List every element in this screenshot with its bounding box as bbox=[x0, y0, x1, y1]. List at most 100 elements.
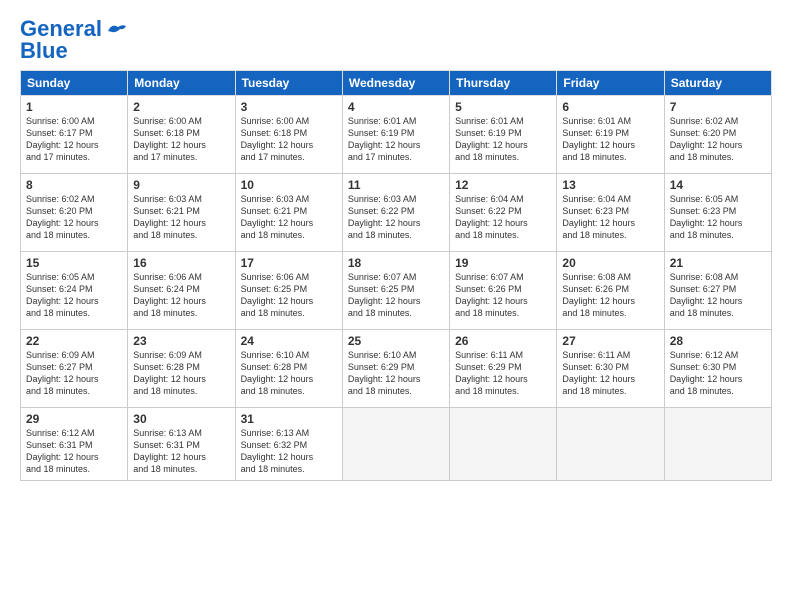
calendar-cell: 3Sunrise: 6:00 AM Sunset: 6:18 PM Daylig… bbox=[235, 96, 342, 174]
day-info: Sunrise: 6:12 AM Sunset: 6:30 PM Dayligh… bbox=[670, 349, 766, 398]
calendar-cell: 23Sunrise: 6:09 AM Sunset: 6:28 PM Dayli… bbox=[128, 330, 235, 408]
calendar-cell: 16Sunrise: 6:06 AM Sunset: 6:24 PM Dayli… bbox=[128, 252, 235, 330]
day-info: Sunrise: 6:11 AM Sunset: 6:30 PM Dayligh… bbox=[562, 349, 658, 398]
calendar-cell: 12Sunrise: 6:04 AM Sunset: 6:22 PM Dayli… bbox=[450, 174, 557, 252]
calendar-cell: 5Sunrise: 6:01 AM Sunset: 6:19 PM Daylig… bbox=[450, 96, 557, 174]
calendar-cell: 13Sunrise: 6:04 AM Sunset: 6:23 PM Dayli… bbox=[557, 174, 664, 252]
calendar-cell: 24Sunrise: 6:10 AM Sunset: 6:28 PM Dayli… bbox=[235, 330, 342, 408]
day-number: 18 bbox=[348, 256, 444, 270]
day-info: Sunrise: 6:10 AM Sunset: 6:29 PM Dayligh… bbox=[348, 349, 444, 398]
weekday-header: Wednesday bbox=[342, 71, 449, 96]
day-info: Sunrise: 6:06 AM Sunset: 6:24 PM Dayligh… bbox=[133, 271, 229, 320]
calendar-cell: 17Sunrise: 6:06 AM Sunset: 6:25 PM Dayli… bbox=[235, 252, 342, 330]
day-info: Sunrise: 6:13 AM Sunset: 6:32 PM Dayligh… bbox=[241, 427, 337, 476]
calendar-cell: 27Sunrise: 6:11 AM Sunset: 6:30 PM Dayli… bbox=[557, 330, 664, 408]
weekday-header: Tuesday bbox=[235, 71, 342, 96]
logo-part2: Blue bbox=[20, 38, 68, 63]
day-number: 29 bbox=[26, 412, 122, 426]
weekday-header: Saturday bbox=[664, 71, 771, 96]
logo-bird-icon bbox=[106, 23, 128, 39]
calendar-cell: 8Sunrise: 6:02 AM Sunset: 6:20 PM Daylig… bbox=[21, 174, 128, 252]
day-info: Sunrise: 6:00 AM Sunset: 6:18 PM Dayligh… bbox=[133, 115, 229, 164]
calendar-week-row: 15Sunrise: 6:05 AM Sunset: 6:24 PM Dayli… bbox=[21, 252, 772, 330]
day-info: Sunrise: 6:04 AM Sunset: 6:22 PM Dayligh… bbox=[455, 193, 551, 242]
day-info: Sunrise: 6:09 AM Sunset: 6:27 PM Dayligh… bbox=[26, 349, 122, 398]
calendar-cell: 15Sunrise: 6:05 AM Sunset: 6:24 PM Dayli… bbox=[21, 252, 128, 330]
day-info: Sunrise: 6:05 AM Sunset: 6:24 PM Dayligh… bbox=[26, 271, 122, 320]
calendar-cell: 21Sunrise: 6:08 AM Sunset: 6:27 PM Dayli… bbox=[664, 252, 771, 330]
calendar-cell: 14Sunrise: 6:05 AM Sunset: 6:23 PM Dayli… bbox=[664, 174, 771, 252]
day-info: Sunrise: 6:01 AM Sunset: 6:19 PM Dayligh… bbox=[455, 115, 551, 164]
day-number: 17 bbox=[241, 256, 337, 270]
calendar-cell: 19Sunrise: 6:07 AM Sunset: 6:26 PM Dayli… bbox=[450, 252, 557, 330]
day-info: Sunrise: 6:12 AM Sunset: 6:31 PM Dayligh… bbox=[26, 427, 122, 476]
calendar-cell: 26Sunrise: 6:11 AM Sunset: 6:29 PM Dayli… bbox=[450, 330, 557, 408]
day-info: Sunrise: 6:13 AM Sunset: 6:31 PM Dayligh… bbox=[133, 427, 229, 476]
day-number: 14 bbox=[670, 178, 766, 192]
day-number: 11 bbox=[348, 178, 444, 192]
day-info: Sunrise: 6:10 AM Sunset: 6:28 PM Dayligh… bbox=[241, 349, 337, 398]
calendar-week-row: 22Sunrise: 6:09 AM Sunset: 6:27 PM Dayli… bbox=[21, 330, 772, 408]
day-number: 10 bbox=[241, 178, 337, 192]
weekday-header: Monday bbox=[128, 71, 235, 96]
calendar-cell: 29Sunrise: 6:12 AM Sunset: 6:31 PM Dayli… bbox=[21, 408, 128, 481]
day-number: 23 bbox=[133, 334, 229, 348]
day-info: Sunrise: 6:00 AM Sunset: 6:17 PM Dayligh… bbox=[26, 115, 122, 164]
calendar-cell: 7Sunrise: 6:02 AM Sunset: 6:20 PM Daylig… bbox=[664, 96, 771, 174]
day-number: 7 bbox=[670, 100, 766, 114]
calendar-cell: 6Sunrise: 6:01 AM Sunset: 6:19 PM Daylig… bbox=[557, 96, 664, 174]
day-number: 31 bbox=[241, 412, 337, 426]
day-number: 4 bbox=[348, 100, 444, 114]
day-info: Sunrise: 6:07 AM Sunset: 6:25 PM Dayligh… bbox=[348, 271, 444, 320]
calendar-cell: 30Sunrise: 6:13 AM Sunset: 6:31 PM Dayli… bbox=[128, 408, 235, 481]
day-info: Sunrise: 6:02 AM Sunset: 6:20 PM Dayligh… bbox=[670, 115, 766, 164]
day-info: Sunrise: 6:09 AM Sunset: 6:28 PM Dayligh… bbox=[133, 349, 229, 398]
day-number: 12 bbox=[455, 178, 551, 192]
day-info: Sunrise: 6:01 AM Sunset: 6:19 PM Dayligh… bbox=[562, 115, 658, 164]
day-info: Sunrise: 6:06 AM Sunset: 6:25 PM Dayligh… bbox=[241, 271, 337, 320]
day-number: 16 bbox=[133, 256, 229, 270]
day-number: 27 bbox=[562, 334, 658, 348]
calendar-page: General Blue SundayMondayTuesdayWednesda… bbox=[0, 0, 792, 612]
calendar-cell: 4Sunrise: 6:01 AM Sunset: 6:19 PM Daylig… bbox=[342, 96, 449, 174]
day-info: Sunrise: 6:02 AM Sunset: 6:20 PM Dayligh… bbox=[26, 193, 122, 242]
day-info: Sunrise: 6:03 AM Sunset: 6:21 PM Dayligh… bbox=[133, 193, 229, 242]
day-info: Sunrise: 6:08 AM Sunset: 6:26 PM Dayligh… bbox=[562, 271, 658, 320]
calendar-cell bbox=[664, 408, 771, 481]
day-info: Sunrise: 6:03 AM Sunset: 6:21 PM Dayligh… bbox=[241, 193, 337, 242]
day-number: 22 bbox=[26, 334, 122, 348]
calendar-cell bbox=[450, 408, 557, 481]
day-info: Sunrise: 6:08 AM Sunset: 6:27 PM Dayligh… bbox=[670, 271, 766, 320]
calendar-week-row: 1Sunrise: 6:00 AM Sunset: 6:17 PM Daylig… bbox=[21, 96, 772, 174]
day-number: 26 bbox=[455, 334, 551, 348]
day-info: Sunrise: 6:01 AM Sunset: 6:19 PM Dayligh… bbox=[348, 115, 444, 164]
calendar-cell: 11Sunrise: 6:03 AM Sunset: 6:22 PM Dayli… bbox=[342, 174, 449, 252]
day-info: Sunrise: 6:04 AM Sunset: 6:23 PM Dayligh… bbox=[562, 193, 658, 242]
day-number: 2 bbox=[133, 100, 229, 114]
day-info: Sunrise: 6:11 AM Sunset: 6:29 PM Dayligh… bbox=[455, 349, 551, 398]
day-number: 25 bbox=[348, 334, 444, 348]
weekday-header: Thursday bbox=[450, 71, 557, 96]
calendar-header-row: SundayMondayTuesdayWednesdayThursdayFrid… bbox=[21, 71, 772, 96]
day-number: 15 bbox=[26, 256, 122, 270]
calendar-table: SundayMondayTuesdayWednesdayThursdayFrid… bbox=[20, 70, 772, 481]
day-number: 1 bbox=[26, 100, 122, 114]
calendar-cell: 28Sunrise: 6:12 AM Sunset: 6:30 PM Dayli… bbox=[664, 330, 771, 408]
calendar-cell: 9Sunrise: 6:03 AM Sunset: 6:21 PM Daylig… bbox=[128, 174, 235, 252]
day-number: 8 bbox=[26, 178, 122, 192]
day-number: 13 bbox=[562, 178, 658, 192]
calendar-cell: 1Sunrise: 6:00 AM Sunset: 6:17 PM Daylig… bbox=[21, 96, 128, 174]
calendar-cell bbox=[557, 408, 664, 481]
day-info: Sunrise: 6:05 AM Sunset: 6:23 PM Dayligh… bbox=[670, 193, 766, 242]
day-number: 19 bbox=[455, 256, 551, 270]
day-info: Sunrise: 6:07 AM Sunset: 6:26 PM Dayligh… bbox=[455, 271, 551, 320]
header: General Blue bbox=[20, 18, 772, 62]
day-number: 30 bbox=[133, 412, 229, 426]
calendar-cell: 25Sunrise: 6:10 AM Sunset: 6:29 PM Dayli… bbox=[342, 330, 449, 408]
weekday-header: Friday bbox=[557, 71, 664, 96]
calendar-cell: 20Sunrise: 6:08 AM Sunset: 6:26 PM Dayli… bbox=[557, 252, 664, 330]
day-number: 21 bbox=[670, 256, 766, 270]
logo: General Blue bbox=[20, 18, 128, 62]
day-number: 3 bbox=[241, 100, 337, 114]
calendar-cell: 22Sunrise: 6:09 AM Sunset: 6:27 PM Dayli… bbox=[21, 330, 128, 408]
